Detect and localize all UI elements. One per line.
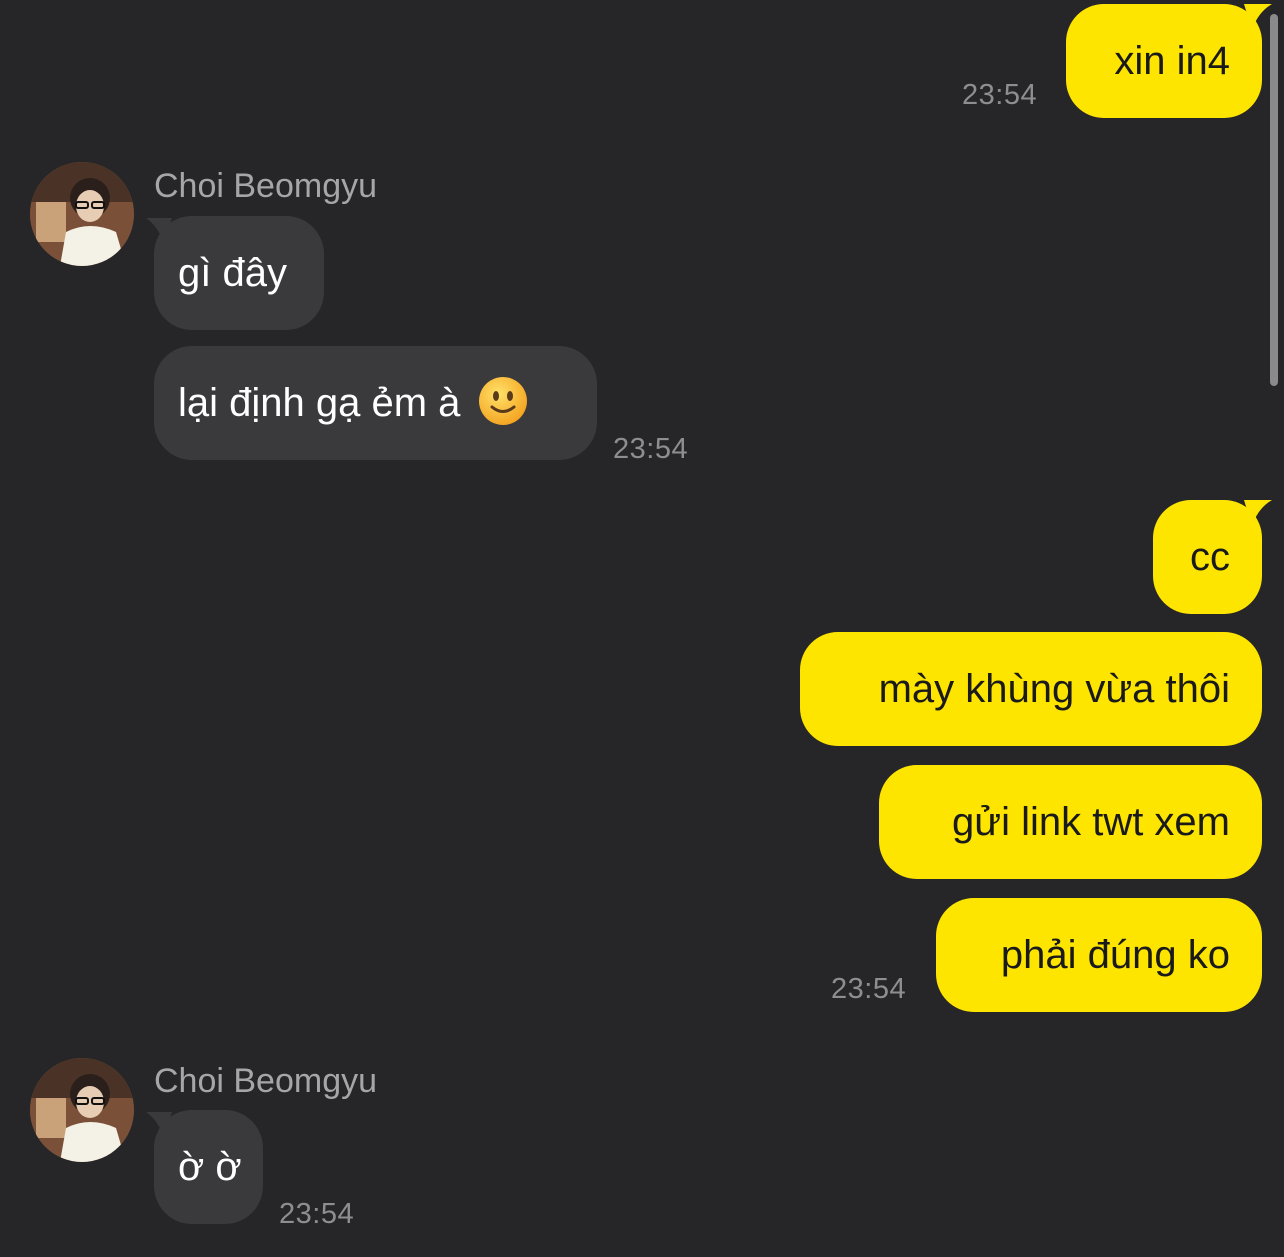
message-timestamp: 23:54 — [831, 973, 907, 1005]
sender-name: Choi Beomgyu — [154, 1062, 378, 1100]
outgoing-message-bubble[interactable]: gửi link twt xem — [879, 765, 1262, 879]
chat-message-list[interactable]: xin in4 23:54 Choi Beomgyu gì đây lại đị… — [0, 0, 1284, 1257]
incoming-message-bubble[interactable]: gì đây — [154, 216, 324, 330]
outgoing-message-bubble[interactable]: xin in4 — [1066, 4, 1262, 118]
message-timestamp: 23:54 — [279, 1198, 355, 1230]
outgoing-message-bubble[interactable]: phải đúng ko — [936, 898, 1262, 1012]
incoming-message-bubble[interactable]: ờ ờ — [154, 1110, 263, 1224]
slightly-smiling-face-icon — [478, 377, 527, 426]
contact-avatar[interactable] — [30, 1058, 134, 1162]
scrollbar[interactable] — [1270, 14, 1278, 386]
message-timestamp: 23:54 — [962, 79, 1038, 111]
contact-avatar[interactable] — [30, 162, 134, 266]
bubble-tail — [1244, 4, 1272, 30]
incoming-message-bubble[interactable]: lại định gạ ẻm à — [154, 346, 597, 460]
message-timestamp: 23:54 — [613, 433, 689, 465]
sender-name: Choi Beomgyu — [154, 167, 378, 205]
outgoing-message-bubble[interactable]: mày khùng vừa thôi — [800, 632, 1262, 746]
avatar-photo-icon — [30, 1058, 134, 1162]
message-text: lại định gạ ẻm à — [178, 381, 461, 425]
bubble-tail — [1244, 500, 1272, 526]
avatar-photo-icon — [30, 162, 134, 266]
